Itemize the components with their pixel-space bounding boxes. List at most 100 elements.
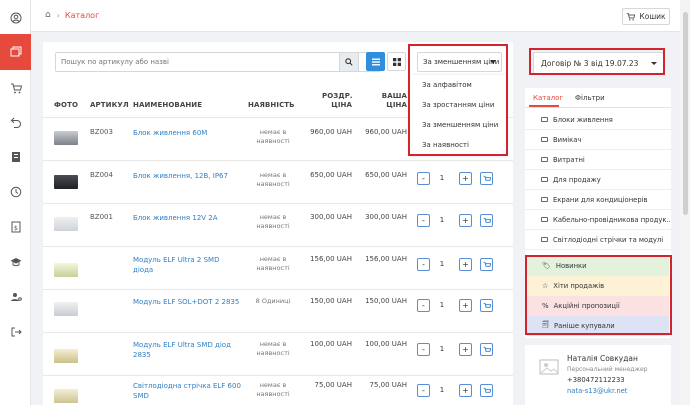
- product-photo[interactable]: [54, 349, 78, 363]
- category-item[interactable]: Екрани для кондиціонерів: [525, 190, 671, 210]
- qty-input[interactable]: 1: [434, 172, 450, 185]
- qty-plus-button[interactable]: +: [459, 343, 472, 356]
- col-header-name: НАИМЕНОВАНИЕ: [133, 101, 203, 109]
- product-name-link[interactable]: Блок живлення, 12В, IP67: [133, 171, 241, 181]
- col-header-retail-line2: ЦІНА: [331, 101, 352, 109]
- category-item[interactable]: Блоки живлення: [525, 110, 671, 130]
- retail-price-cell: 156,00 UAH: [310, 255, 352, 263]
- promo-new[interactable]: 🏷 Новинки: [527, 256, 669, 276]
- add-to-cart-button[interactable]: [480, 384, 493, 397]
- contract-select[interactable]: Договір № 3 від 19.07.23: [533, 52, 664, 74]
- cart-button[interactable]: Кошик: [622, 8, 670, 25]
- percent-icon: %: [542, 302, 549, 310]
- search-input[interactable]: [55, 52, 381, 72]
- qty-minus-button[interactable]: -: [417, 384, 430, 397]
- qty-input[interactable]: 1: [434, 299, 450, 312]
- sort-option[interactable]: За наявності: [410, 135, 506, 155]
- qty-plus-button[interactable]: +: [459, 299, 472, 312]
- users-settings-icon[interactable]: [0, 279, 31, 315]
- logout-icon[interactable]: [0, 314, 31, 350]
- search-icon: [345, 58, 353, 66]
- retail-price-cell: 960,00 UAH: [310, 128, 352, 136]
- cart-icon[interactable]: [0, 70, 31, 106]
- qty-minus-button[interactable]: -: [417, 258, 430, 271]
- search-button[interactable]: [339, 52, 359, 72]
- scrollbar-thumb[interactable]: [683, 12, 688, 215]
- qty-minus-button[interactable]: -: [417, 214, 430, 227]
- qty-input[interactable]: 1: [434, 343, 450, 356]
- product-name-link[interactable]: Модуль ELF Ultra 2 SMD діода: [133, 255, 241, 275]
- promo-label: Хіти продажів: [553, 282, 605, 290]
- product-photo[interactable]: [54, 302, 78, 316]
- sort-option[interactable]: За алфавітом: [410, 75, 506, 95]
- promo-bestsellers[interactable]: ☆ Хіти продажів: [527, 276, 669, 296]
- folder-icon: [541, 197, 548, 202]
- col-header-article: АРТИКУЛ: [90, 101, 129, 109]
- list-view-button[interactable]: [366, 52, 385, 71]
- profile-icon[interactable]: [0, 0, 31, 36]
- qty-minus-button[interactable]: -: [417, 299, 430, 312]
- product-name-link[interactable]: Світлодіодна стрічка ELF 600 SMD: [133, 381, 241, 401]
- manager-phone[interactable]: +380472112233: [567, 376, 625, 384]
- add-to-cart-button[interactable]: [480, 299, 493, 312]
- product-photo[interactable]: [54, 175, 78, 189]
- qty-plus-button[interactable]: +: [459, 172, 472, 185]
- grid-view-button[interactable]: [387, 52, 406, 71]
- active-tab-indicator: [529, 105, 559, 107]
- add-to-cart-button[interactable]: [480, 214, 493, 227]
- sort-select[interactable]: За зменшенням ціни: [417, 52, 502, 72]
- category-item[interactable]: Для продажу: [525, 170, 671, 190]
- category-item[interactable]: Вимікач: [525, 130, 671, 150]
- qty-minus-button[interactable]: -: [417, 172, 430, 185]
- product-photo[interactable]: [54, 217, 78, 231]
- promo-purchased[interactable]: 🗐 Раніше купували: [527, 316, 669, 336]
- product-photo[interactable]: [54, 263, 78, 277]
- invoice-icon[interactable]: $: [0, 209, 31, 245]
- category-item[interactable]: Кабельно-провідникова продук...: [525, 210, 671, 230]
- qty-input[interactable]: 1: [434, 384, 450, 397]
- retail-price-cell: 100,00 UAH: [310, 340, 352, 348]
- product-name-link[interactable]: Блок живлення 60М: [133, 128, 241, 138]
- qty-plus-button[interactable]: +: [459, 384, 472, 397]
- star-icon: ☆: [542, 282, 549, 290]
- sort-selected-label: За зменшенням ціни: [423, 58, 500, 66]
- table-row: Модуль ELF Ultra 2 SMD діода немає в ная…: [43, 246, 513, 288]
- article-cell: BZ001: [90, 213, 113, 221]
- promo-label: Акційні пропозиції: [553, 302, 620, 310]
- tab-filters[interactable]: Фільтри: [575, 94, 605, 102]
- promo-sales[interactable]: % Акційні пропозиції: [527, 296, 669, 316]
- product-name-link[interactable]: Модуль ELF Ultra SMD діод 2835: [133, 340, 241, 360]
- tab-catalog[interactable]: Каталог: [533, 94, 563, 102]
- category-item[interactable]: Світлодіодні стрічки та модулі: [525, 230, 671, 250]
- manager-email[interactable]: nata-s13@ukr.net: [567, 387, 627, 395]
- qty-input[interactable]: 1: [434, 258, 450, 271]
- history-icon[interactable]: [0, 174, 31, 210]
- breadcrumb-catalog[interactable]: Каталог: [65, 11, 99, 20]
- add-to-cart-button[interactable]: [480, 258, 493, 271]
- product-photo[interactable]: [54, 131, 78, 145]
- folder-icon: [541, 217, 548, 222]
- category-label: Вимікач: [553, 135, 582, 144]
- document-icon[interactable]: [0, 139, 31, 175]
- add-to-cart-button[interactable]: [480, 172, 493, 185]
- product-name-link[interactable]: Модуль ELF SOL+DOT 2 2835: [133, 297, 241, 307]
- manager-card: Наталія Совкудан Персональний менеджер +…: [525, 345, 671, 405]
- sort-option[interactable]: За зростанням ціни: [410, 95, 506, 115]
- category-label: Екрани для кондиціонерів: [553, 195, 648, 204]
- sort-option[interactable]: За зменшенням ціни: [410, 115, 506, 135]
- qty-minus-button[interactable]: -: [417, 343, 430, 356]
- home-icon[interactable]: ⌂: [45, 10, 51, 20]
- col-header-retail-line1: РОЗДР.: [322, 92, 353, 100]
- add-to-cart-button[interactable]: [480, 343, 493, 356]
- category-item[interactable]: Витратні: [525, 150, 671, 170]
- qty-input[interactable]: 1: [434, 214, 450, 227]
- return-icon[interactable]: [0, 104, 31, 140]
- catalog-icon[interactable]: [0, 34, 31, 70]
- training-icon[interactable]: [0, 244, 31, 280]
- cart-icon: [483, 217, 491, 223]
- qty-plus-button[interactable]: +: [459, 214, 472, 227]
- product-name-link[interactable]: Блок живлення 12V 2A: [133, 213, 241, 223]
- product-photo[interactable]: [54, 389, 78, 403]
- your-price-cell: 156,00 UAH: [365, 255, 407, 263]
- qty-plus-button[interactable]: +: [459, 258, 472, 271]
